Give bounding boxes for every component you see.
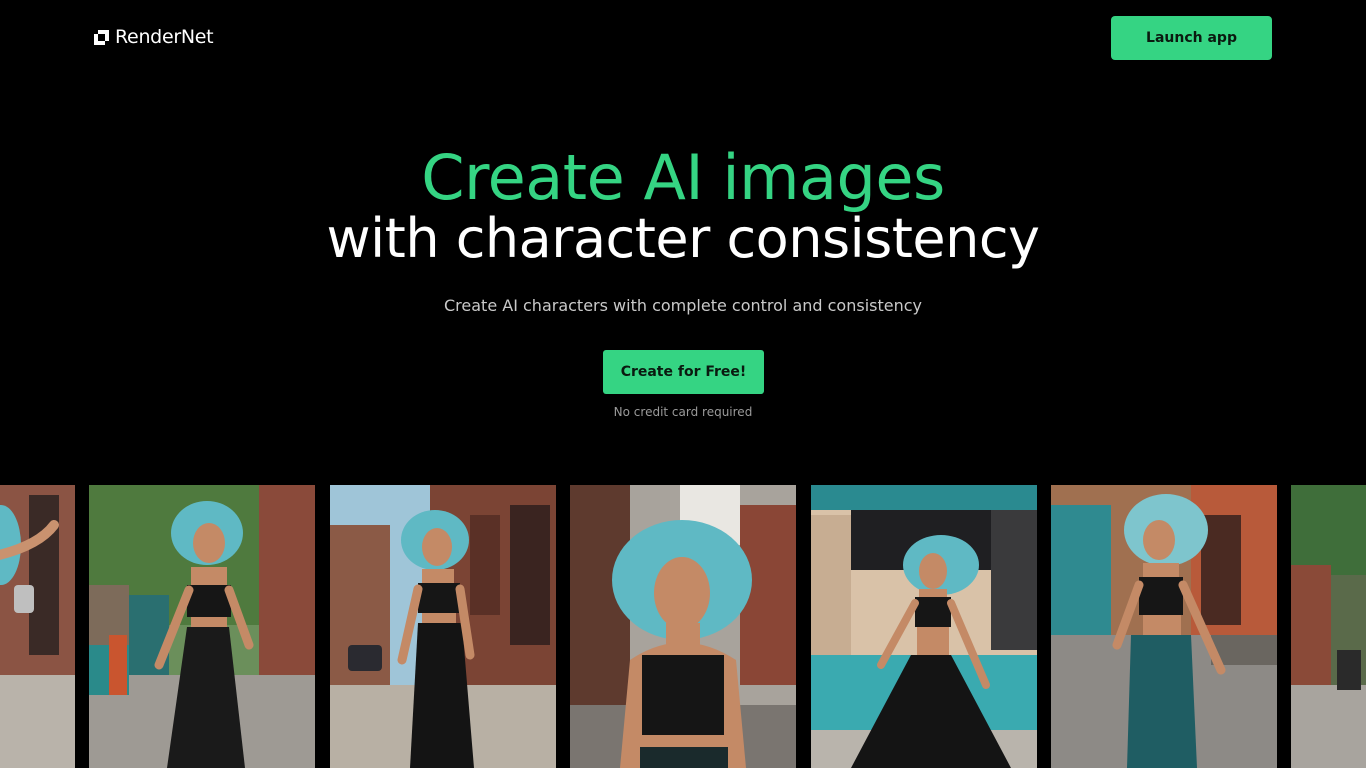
launch-app-button[interactable]: Launch app bbox=[1111, 16, 1272, 60]
image-gallery bbox=[0, 485, 1366, 768]
landing-page: RenderNet Launch app Create AI images wi… bbox=[0, 0, 1366, 768]
gallery-image-2 bbox=[89, 485, 315, 768]
gallery-image-4 bbox=[570, 485, 796, 768]
logo-icon bbox=[94, 29, 109, 45]
hero-title-line2: with character consistency bbox=[326, 207, 1040, 270]
logo[interactable]: RenderNet bbox=[94, 26, 214, 48]
logo-text: RenderNet bbox=[115, 26, 214, 48]
gallery-image-5 bbox=[811, 485, 1037, 768]
gallery-image-3 bbox=[330, 485, 556, 768]
no-credit-card-note: No credit card required bbox=[613, 405, 753, 419]
create-for-free-button[interactable]: Create for Free! bbox=[603, 350, 764, 394]
gallery-image-1 bbox=[0, 485, 75, 768]
gallery-image-7 bbox=[1291, 485, 1366, 768]
hero-subtitle: Create AI characters with complete contr… bbox=[444, 296, 922, 315]
gallery-image-6 bbox=[1051, 485, 1277, 768]
